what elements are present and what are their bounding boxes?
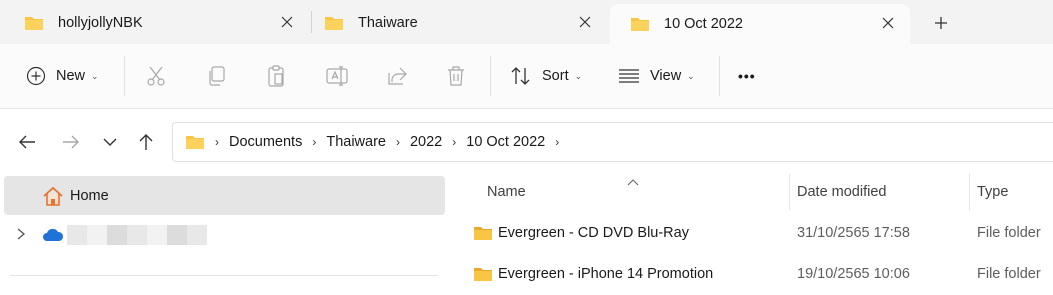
sidebar-item-onedrive[interactable]: [0, 220, 447, 250]
sort-ascending-icon: [627, 174, 639, 190]
delete-icon: [448, 66, 464, 86]
paste-button[interactable]: [266, 64, 286, 88]
breadcrumb-chevron-icon[interactable]: ›: [215, 135, 219, 149]
home-icon: [43, 186, 63, 206]
paste-icon: [268, 65, 284, 87]
tab-strip: hollyjollyNBK Thaiware 10 Oct 2022: [0, 0, 1053, 44]
address-bar[interactable]: › Documents › Thaiware › 2022 › 10 Oct 2…: [172, 122, 1053, 162]
column-header-date-modified[interactable]: Date modified: [797, 174, 886, 210]
navigation-pane: Home: [0, 174, 447, 295]
sort-button[interactable]: Sort ⌄: [510, 64, 582, 88]
sidebar-item-label: Home: [70, 187, 109, 204]
breadcrumb-10-oct-2022[interactable]: 10 Oct 2022: [466, 134, 545, 150]
view-icon: [619, 69, 639, 83]
close-tab-icon[interactable]: [577, 14, 593, 30]
back-button[interactable]: [17, 132, 37, 152]
new-tab-button[interactable]: [930, 12, 952, 34]
folder-icon: [631, 18, 649, 31]
copy-button[interactable]: [206, 64, 226, 88]
new-button-label: New: [56, 68, 86, 84]
up-button[interactable]: [136, 132, 156, 152]
chevron-down-icon: ⌄: [687, 70, 695, 81]
chevron-down-icon: ⌄: [574, 70, 583, 81]
table-row[interactable]: Evergreen - iPhone 14 Promotion 19/10/25…: [447, 259, 1053, 289]
tab-title: 10 Oct 2022: [664, 16, 743, 32]
toolbar-divider: [490, 56, 491, 96]
tab-title: Thaiware: [358, 14, 418, 31]
delete-button[interactable]: [446, 64, 466, 88]
more-options-button[interactable]: •••: [738, 64, 756, 88]
folder-icon: [474, 227, 492, 240]
recent-locations-button[interactable]: [100, 132, 120, 152]
rename-button[interactable]: [326, 64, 348, 88]
breadcrumb-chevron-icon[interactable]: ›: [555, 135, 559, 149]
redacted-account-name: [67, 225, 207, 245]
sort-button-label: Sort: [542, 68, 569, 84]
file-date-modified: 19/10/2565 10:06: [797, 266, 910, 282]
tab-title: hollyjollyNBK: [58, 14, 143, 31]
close-tab-icon[interactable]: [880, 15, 896, 31]
file-type: File folder: [977, 225, 1041, 241]
file-list: Name Date modified Type Evergreen - CD D…: [447, 174, 1053, 295]
view-button-label: View: [650, 68, 682, 84]
share-icon: [388, 67, 407, 85]
toolbar-divider: [719, 56, 720, 96]
arrow-right-icon: [63, 135, 79, 149]
file-name[interactable]: Evergreen - iPhone 14 Promotion: [498, 266, 713, 282]
tab-thaiware[interactable]: Thaiware: [304, 5, 607, 40]
column-divider[interactable]: [789, 174, 790, 210]
view-button[interactable]: View ⌄: [618, 64, 695, 88]
sidebar-item-home[interactable]: Home: [4, 176, 445, 215]
forward-button[interactable]: [61, 132, 81, 152]
onedrive-cloud-icon: [42, 228, 64, 245]
chevron-down-icon: [103, 138, 117, 146]
sidebar-divider: [10, 275, 438, 276]
command-bar: New ⌄ Sort ⌄ View ⌄ •••: [0, 44, 1053, 109]
navigation-bar: › Documents › Thaiware › 2022 › 10 Oct 2…: [0, 110, 1053, 174]
close-tab-icon[interactable]: [279, 14, 295, 30]
new-button[interactable]: New ⌄: [26, 64, 99, 88]
share-button[interactable]: [386, 64, 408, 88]
file-date-modified: 31/10/2565 17:58: [797, 225, 910, 241]
cut-icon: [147, 66, 165, 86]
arrow-left-icon: [19, 135, 35, 149]
more-icon: •••: [738, 68, 756, 84]
folder-icon: [325, 16, 343, 30]
breadcrumb-thaiware[interactable]: Thaiware: [326, 134, 386, 150]
tab-10-oct-2022[interactable]: 10 Oct 2022: [610, 4, 910, 44]
folder-icon: [25, 16, 43, 30]
folder-icon: [186, 136, 204, 149]
column-header-type[interactable]: Type: [977, 174, 1008, 210]
column-divider[interactable]: [969, 174, 970, 210]
toolbar-divider: [124, 56, 125, 96]
folder-icon: [474, 268, 492, 281]
arrow-up-icon: [139, 134, 153, 150]
breadcrumb-chevron-icon[interactable]: ›: [452, 135, 456, 149]
cut-button[interactable]: [146, 64, 166, 88]
breadcrumb-chevron-icon[interactable]: ›: [312, 135, 316, 149]
expand-chevron-icon[interactable]: [16, 227, 26, 244]
rename-icon: [326, 66, 348, 86]
breadcrumb-2022[interactable]: 2022: [410, 134, 442, 150]
copy-icon: [209, 66, 225, 86]
column-header-name[interactable]: Name: [487, 174, 526, 210]
file-name[interactable]: Evergreen - CD DVD Blu-Ray: [498, 225, 689, 241]
table-row[interactable]: Evergreen - CD DVD Blu-Ray 31/10/2565 17…: [447, 218, 1053, 248]
plus-icon: [935, 17, 947, 29]
breadcrumb-chevron-icon[interactable]: ›: [396, 135, 400, 149]
tab-hollyjollynbk[interactable]: hollyjollyNBK: [4, 5, 309, 40]
add-circle-icon: [26, 66, 46, 86]
breadcrumb-documents[interactable]: Documents: [229, 134, 302, 150]
sort-icon: [511, 67, 530, 85]
chevron-down-icon: ⌄: [91, 70, 99, 81]
file-type: File folder: [977, 266, 1041, 282]
